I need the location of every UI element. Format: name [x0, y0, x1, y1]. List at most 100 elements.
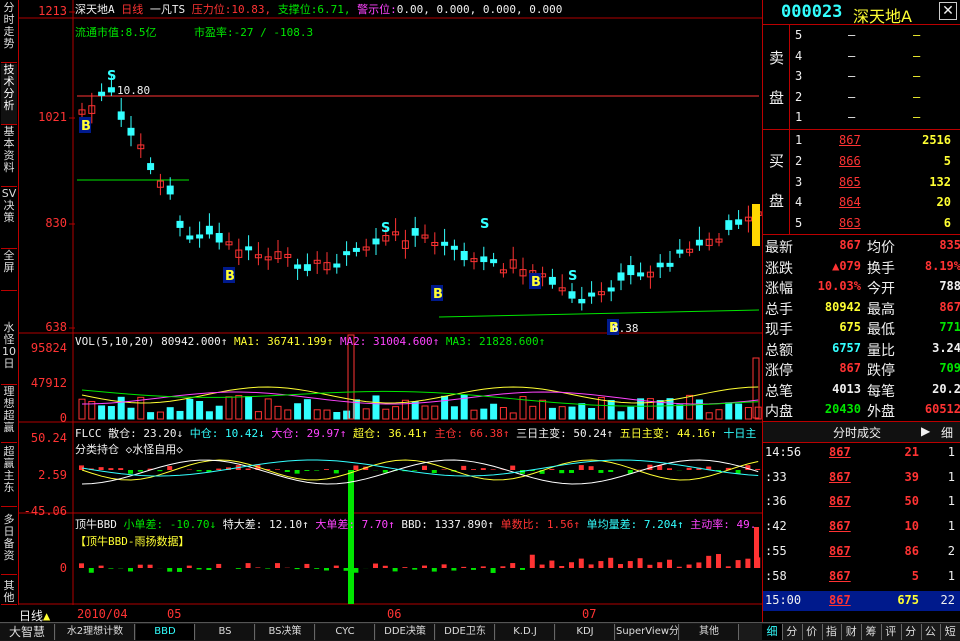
tab-sv-decision[interactable]: SV决策 — [1, 188, 17, 249]
tab-bs[interactable]: BS — [196, 624, 255, 640]
tab-dde-weidong[interactable]: DDE卫东 — [436, 624, 495, 640]
tick-time: :58 — [765, 569, 787, 583]
quote-tab[interactable]: 价 — [802, 624, 823, 640]
sell-row[interactable]: 3—— — [763, 67, 960, 86]
stat-label: 最新 — [765, 237, 793, 257]
sell-row[interactable]: 2—— — [763, 88, 960, 107]
tab-kdj[interactable]: KDJ — [556, 624, 615, 640]
bbd-bar — [255, 567, 260, 568]
volume-bar — [589, 408, 595, 419]
tab-chaoying[interactable]: 超赢主东 — [1, 446, 17, 507]
sell-row[interactable]: 1—— — [763, 108, 960, 127]
close-icon[interactable]: ✕ — [939, 2, 957, 20]
flcc-bar — [579, 465, 584, 470]
candle-body — [461, 251, 467, 259]
candle-body — [608, 288, 614, 291]
buy-level: 2 — [795, 154, 802, 168]
tick-time: 15:00 — [765, 593, 801, 607]
tab-lixiang-count[interactable]: 水2理想计数 — [56, 624, 135, 640]
chart-area[interactable]: SSSSBBBBB 深天地A 日线 一凡TS 压力位:10.83, 支撑位:6.… — [19, 0, 762, 605]
buy-price: 865 — [839, 175, 861, 189]
volume-bar — [334, 413, 340, 419]
tab-other[interactable]: 其他 — [1, 580, 17, 605]
quote-tab[interactable]: 财 — [841, 624, 862, 640]
sell-signal-icon: S — [107, 69, 116, 84]
buy-price: 866 — [839, 154, 861, 168]
quote-tab[interactable]: 细 — [762, 624, 783, 640]
flcc-tick-mid: 2.59 — [19, 468, 67, 482]
tab-fundamental[interactable]: 基本资料 — [1, 126, 17, 187]
buy-row[interactable]: 486420 — [763, 193, 960, 212]
tab-multiday[interactable]: 多日备资 — [1, 514, 17, 575]
bbd-bar — [569, 562, 574, 568]
buy-level: 5 — [795, 216, 802, 230]
tick-vol: 21 — [883, 445, 919, 459]
ticks-title: 分时成交 — [833, 424, 881, 441]
sell-row[interactable]: 4—— — [763, 47, 960, 66]
tab-timeshare[interactable]: 分时走势 — [1, 2, 17, 63]
stat-value: 20.2 — [909, 382, 960, 396]
flcc-bar — [275, 469, 280, 470]
stat-label: 最低 — [867, 319, 895, 339]
quote-tab[interactable]: 评 — [881, 624, 902, 640]
candle-body — [118, 112, 124, 119]
bbd-bar — [246, 563, 251, 568]
tab-bs-decision[interactable]: BS决策 — [256, 624, 315, 640]
sell-row[interactable]: 5—— — [763, 26, 960, 45]
quote-tab[interactable]: 分 — [901, 624, 922, 640]
bbd-bar — [510, 563, 515, 568]
candle-body — [344, 252, 350, 255]
volume-bar — [657, 401, 663, 419]
tab-shuiguai[interactable]: 水怪10日 — [1, 322, 17, 385]
bbd-bar — [412, 568, 417, 570]
bbd-avg: 单均量差: 7.204↑ — [587, 518, 684, 531]
tab-superview[interactable]: SuperView分1 — [616, 624, 679, 640]
sell-level: 5 — [795, 28, 802, 42]
candle-body — [412, 229, 418, 236]
price-tick-638: 638 — [19, 320, 67, 334]
tick-count: 2 — [931, 544, 955, 558]
ticks-expand-icon[interactable]: ▶ — [921, 424, 930, 438]
buy-row[interactable]: 18672516 — [763, 131, 960, 150]
ticks-detail-button[interactable]: 细 — [941, 424, 953, 441]
tab-cyc[interactable]: CYC — [316, 624, 375, 640]
tick-row: :33867391 — [763, 468, 960, 488]
buy-row[interactable]: 58636 — [763, 214, 960, 233]
volume-bar — [618, 412, 624, 419]
brand-label: 大智慧 — [0, 624, 55, 640]
volume-bar — [608, 401, 614, 419]
stock-code: 000023 — [781, 2, 842, 22]
tab-dde-decision[interactable]: DDE决策 — [376, 624, 435, 640]
quote-tab[interactable]: 公 — [920, 624, 941, 640]
tab-technical[interactable]: 技术分析 — [1, 64, 17, 125]
period-arrow-icon[interactable]: ▲ — [43, 609, 50, 623]
tick-time: :33 — [765, 470, 787, 484]
quote-tab[interactable]: 指 — [821, 624, 842, 640]
flcc-bar — [187, 469, 192, 470]
buy-row[interactable]: 3865132 — [763, 173, 960, 192]
period-switch[interactable]: 日线 — [19, 609, 43, 623]
stat-row: 总手80942最高867 — [763, 298, 960, 317]
volume-bar — [726, 403, 732, 419]
bbd-active: 主动率: 49. — [690, 518, 756, 531]
buy-price: 864 — [839, 195, 861, 209]
buy-row[interactable]: 28665 — [763, 152, 960, 171]
quote-tab[interactable]: 筹 — [861, 624, 882, 640]
tab-bbd[interactable]: BBD — [136, 624, 195, 640]
buy-price: 863 — [839, 216, 861, 230]
tick-count: 1 — [931, 494, 955, 508]
candle-body — [726, 221, 732, 230]
tab-kdj-dot[interactable]: K.D.J — [496, 624, 555, 640]
tick-time: 14:56 — [765, 445, 801, 459]
quote-tab[interactable]: 分 — [782, 624, 803, 640]
buy-signal-icon: B — [81, 119, 91, 134]
tab-fullscreen[interactable]: 全屏 — [1, 250, 17, 291]
quote-tab[interactable]: 短 — [940, 624, 960, 640]
sell-signal-icon: S — [568, 269, 577, 284]
tab-other-bottom[interactable]: 其他 — [680, 624, 739, 640]
tab-lixiang[interactable]: 理想超赢 — [1, 386, 17, 443]
bbd-bar — [520, 568, 525, 570]
bbd-bar — [432, 568, 437, 572]
flcc-bar — [559, 470, 564, 473]
stock-name: 深天地A — [75, 3, 115, 16]
